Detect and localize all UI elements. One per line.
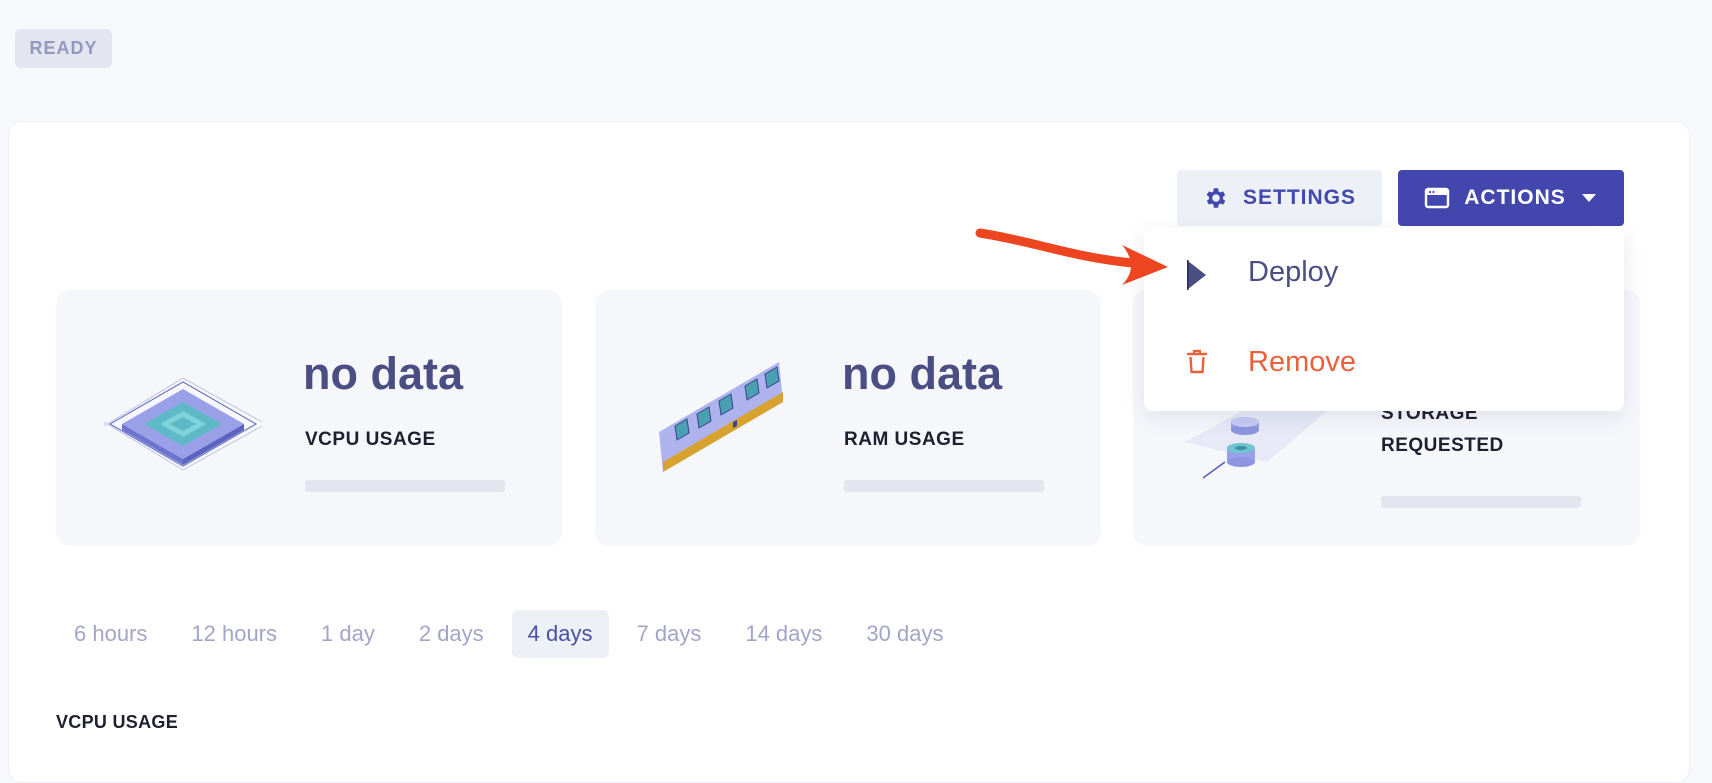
range-tab-30-days[interactable]: 30 days [850,610,959,658]
range-tab-6-hours[interactable]: 6 hours [58,610,163,658]
menu-item-deploy-label: Deploy [1248,256,1339,288]
menu-item-deploy[interactable]: Deploy [1144,228,1624,318]
cpu-chip-illustration [100,374,266,479]
status-badge: READY [15,29,112,68]
vcpu-usage-card: no data VCPU USAGE [56,290,562,546]
actions-button[interactable]: ACTIONS [1398,170,1624,226]
play-icon [1186,258,1208,297]
menu-item-remove[interactable]: Remove [1144,318,1624,408]
red-arrow-icon [972,225,1172,300]
vcpu-usage-label: VCPU USAGE [305,429,436,450]
storage-label-line2: REQUESTED [1381,435,1504,456]
time-range-tabs: 6 hours 12 hours 1 day 2 days 4 days 7 d… [58,610,971,658]
settings-button-label: SETTINGS [1242,186,1356,209]
storage-requested-bar [1381,496,1581,508]
range-tab-7-days[interactable]: 7 days [621,610,718,658]
storage-disks-illustration [1181,402,1341,487]
settings-button[interactable]: SETTINGS [1177,170,1382,226]
actions-dropdown-menu: Deploy Remove [1144,228,1624,411]
actions-button-label: ACTIONS [1464,186,1566,209]
caret-down-icon [1580,192,1598,204]
range-tab-12-hours[interactable]: 12 hours [175,610,293,658]
ram-usage-value: no data [842,348,1003,399]
range-tab-14-days[interactable]: 14 days [729,610,838,658]
ram-usage-label: RAM USAGE [844,429,965,450]
range-tab-1-day[interactable]: 1 day [305,610,391,658]
gear-icon [1203,185,1229,211]
ram-stick-illustration [655,360,787,477]
section-title: VCPU USAGE [56,712,179,732]
menu-item-remove-label: Remove [1248,346,1356,378]
ram-usage-bar [844,480,1044,492]
range-tab-2-days[interactable]: 2 days [403,610,500,658]
ram-usage-card: no data RAM USAGE [595,290,1101,546]
window-icon [1424,186,1450,210]
trash-icon [1186,349,1208,380]
vcpu-usage-bar [305,480,505,492]
vcpu-usage-value: no data [303,348,464,399]
range-tab-4-days[interactable]: 4 days [511,610,609,658]
